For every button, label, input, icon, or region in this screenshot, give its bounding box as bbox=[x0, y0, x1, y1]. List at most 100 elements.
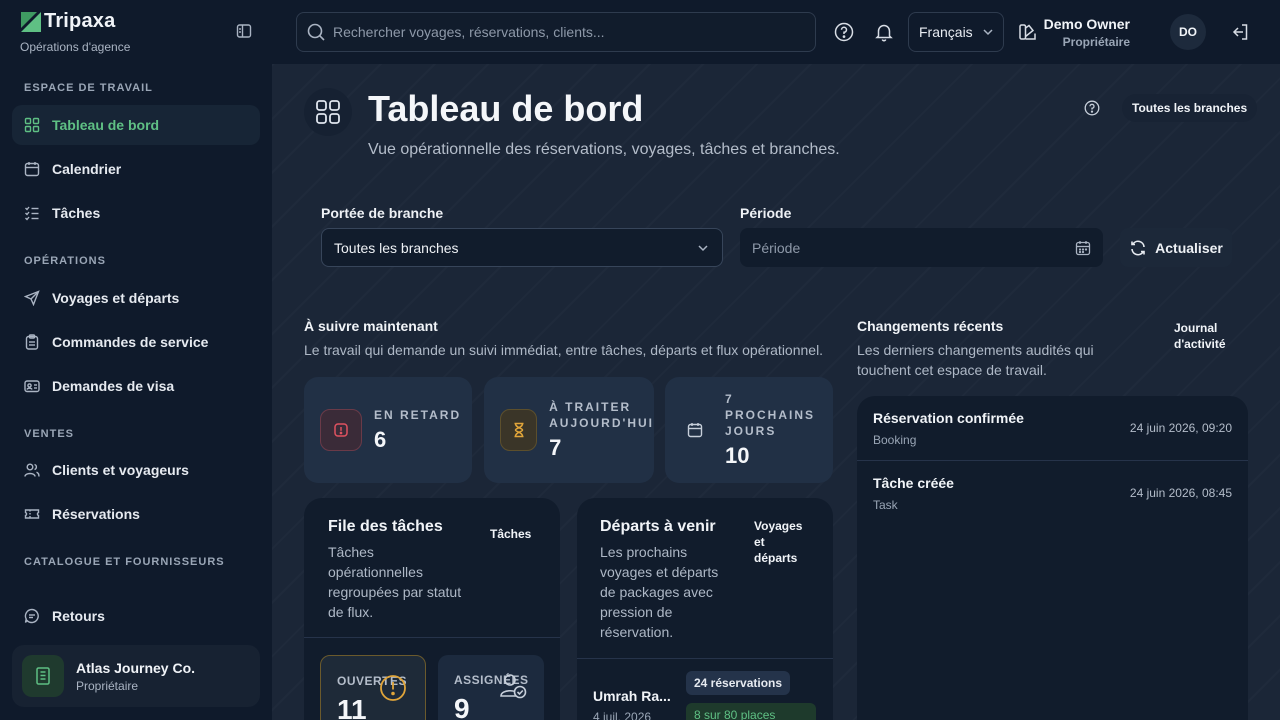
refresh-button[interactable]: Actualiser bbox=[1120, 228, 1232, 267]
calendar-icon bbox=[24, 161, 40, 177]
sidebar-item-trips[interactable]: Voyages et départs bbox=[12, 278, 260, 318]
main-content: Tableau de bord Vue opérationnelle des r… bbox=[272, 64, 1280, 720]
change-date: 24 juin 2026, 09:20 bbox=[1129, 421, 1232, 435]
sidebar-item-feedback[interactable]: Retours bbox=[12, 596, 260, 636]
language-select[interactable]: Français bbox=[908, 12, 1004, 52]
change-title: Tâche créée bbox=[873, 475, 954, 491]
organization-switcher[interactable]: Atlas Journey Co. Propriétaire bbox=[12, 645, 260, 707]
sidebar: Tripaxa Opérations d'agence ESPACE DE TR… bbox=[0, 0, 272, 720]
sidebar-section-catalog: CATALOGUE ET FOURNISSEURS bbox=[24, 556, 225, 568]
brand-name: Tripaxa bbox=[44, 10, 116, 32]
task-queue-title: File des tâches bbox=[328, 518, 443, 535]
stat-overdue[interactable]: EN RETARD 6 bbox=[304, 377, 472, 483]
help-icon[interactable] bbox=[1084, 100, 1100, 116]
calendar-icon bbox=[1075, 240, 1091, 256]
stat-today-label-1: À TRAITER bbox=[549, 400, 632, 414]
stat-next-days-value: 10 bbox=[725, 443, 750, 468]
sidebar-item-tasks[interactable]: Tâches bbox=[12, 193, 260, 233]
user-role: Propriétaire bbox=[1062, 35, 1130, 49]
period-label: Période bbox=[740, 205, 792, 221]
language-value: Français bbox=[919, 24, 973, 40]
user-name: Demo Owner bbox=[1043, 16, 1130, 32]
sidebar-item-clients[interactable]: Clients et voyageurs bbox=[12, 450, 260, 490]
send-icon bbox=[24, 290, 40, 306]
period-placeholder: Période bbox=[752, 239, 801, 256]
avatar[interactable]: DO bbox=[1170, 14, 1206, 50]
search-icon bbox=[307, 23, 325, 41]
stat-next-days-label-3: JOURS bbox=[725, 424, 777, 438]
tasks-link[interactable]: Tâches bbox=[490, 526, 531, 542]
change-title: Réservation confirmée bbox=[873, 410, 1024, 426]
recent-changes-title: Changements récents bbox=[857, 318, 1004, 334]
sidebar-item-visa-requests[interactable]: Demandes de visa bbox=[12, 366, 260, 406]
sidebar-item-reservations[interactable]: Réservations bbox=[12, 494, 260, 534]
search-input[interactable] bbox=[333, 24, 793, 40]
logout-icon[interactable] bbox=[1230, 22, 1250, 42]
trip-date: 4 juil. 2026 bbox=[593, 710, 652, 720]
trips-link-line: départs bbox=[754, 551, 798, 565]
hourglass-icon bbox=[500, 409, 538, 451]
sidebar-item-label: Tâches bbox=[52, 205, 101, 221]
sidebar-item-label: Clients et voyageurs bbox=[52, 462, 189, 478]
stat-today-label-2: AUJOURD'HUI bbox=[549, 416, 654, 430]
sidebar-item-label: Voyages et départs bbox=[52, 290, 180, 306]
task-queue-desc: Tâches opérationnelles regroupées par st… bbox=[328, 542, 461, 622]
sidebar-item-service-orders[interactable]: Commandes de service bbox=[12, 322, 260, 362]
search-bar[interactable] bbox=[296, 12, 816, 52]
trips-link[interactable]: Voyages et départs bbox=[754, 518, 802, 566]
calendar-icon bbox=[677, 409, 713, 451]
departures-desc-line: pression de bbox=[600, 604, 673, 620]
sidebar-item-label: Demandes de visa bbox=[52, 378, 175, 394]
sidebar-item-label: Retours bbox=[52, 608, 105, 624]
refresh-icon bbox=[1129, 239, 1147, 257]
dashboard-icon bbox=[24, 117, 40, 133]
task-queue-desc-line: opérationnelles bbox=[328, 564, 423, 580]
departures-desc-line: Les prochains bbox=[600, 544, 688, 560]
change-category: Booking bbox=[873, 433, 917, 447]
bell-icon[interactable] bbox=[874, 22, 894, 42]
sidebar-item-dashboard[interactable]: Tableau de bord bbox=[12, 105, 260, 145]
sidebar-item-calendar[interactable]: Calendrier bbox=[12, 149, 260, 189]
warning-icon bbox=[379, 674, 407, 702]
chevron-down-icon bbox=[981, 25, 995, 39]
task-queue-desc-line: Tâches bbox=[328, 544, 374, 560]
assigned-tasks-tile[interactable]: ASSIGNÉES 9 bbox=[438, 655, 544, 720]
departures-desc-line: voyages et départs bbox=[600, 564, 719, 580]
departures-title: Départs à venir bbox=[600, 518, 716, 535]
sidebar-section-operations: OPÉRATIONS bbox=[24, 255, 106, 267]
list-item[interactable]: Tâche créée Task 24 juin 2026, 08:45 bbox=[857, 461, 1248, 525]
bookings-badge: 24 réservations bbox=[686, 671, 791, 695]
stat-today[interactable]: À TRAITER AUJOURD'HUI 7 bbox=[484, 377, 654, 483]
page-subtitle: Vue opérationnelle des réservations, voy… bbox=[368, 141, 840, 158]
activity-log-link[interactable]: Journal d'activité bbox=[1174, 320, 1226, 352]
stat-next-days[interactable]: 7 PROCHAINS JOURS 10 bbox=[665, 377, 833, 483]
change-category: Task bbox=[873, 498, 898, 512]
task-queue-desc-line: regroupées par statut bbox=[328, 584, 462, 600]
recent-changes-desc-line: Les derniers changements audités qui bbox=[857, 342, 1094, 358]
task-queue-desc-line: de flux. bbox=[328, 604, 374, 620]
sidebar-section-workspace: ESPACE DE TRAVAIL bbox=[24, 82, 153, 94]
users-icon bbox=[24, 462, 40, 478]
message-icon bbox=[24, 608, 40, 624]
building-icon bbox=[22, 655, 64, 697]
branch-scope-select[interactable]: Toutes les branches bbox=[321, 228, 723, 267]
trip-name[interactable]: Umrah Ra... bbox=[593, 688, 671, 704]
user-check-icon bbox=[498, 671, 528, 701]
stat-overdue-value: 6 bbox=[374, 427, 387, 452]
departures-desc-line: de packages avec bbox=[600, 584, 713, 600]
task-queue-card: File des tâches Tâches opérationnelles r… bbox=[304, 498, 560, 720]
brand-logo[interactable]: Tripaxa bbox=[20, 10, 115, 33]
period-picker[interactable]: Période bbox=[740, 228, 1103, 267]
branch-scope-badge[interactable]: Toutes les branches bbox=[1122, 94, 1258, 122]
sidebar-collapse-icon[interactable] bbox=[236, 23, 256, 41]
help-icon[interactable] bbox=[834, 22, 854, 42]
chevron-down-icon bbox=[696, 241, 710, 255]
open-tasks-tile[interactable]: OUVERTES 11 bbox=[320, 655, 426, 720]
sidebar-item-label: Calendrier bbox=[52, 161, 122, 177]
activity-log-link-line: d'activité bbox=[1174, 337, 1226, 351]
follow-section-desc: Le travail qui demande un suivi immédiat… bbox=[304, 342, 824, 358]
theme-palette-icon[interactable] bbox=[1018, 22, 1038, 42]
stat-today-value: 7 bbox=[549, 435, 562, 460]
list-checks-icon bbox=[24, 205, 40, 221]
list-item[interactable]: Réservation confirmée Booking 24 juin 20… bbox=[857, 396, 1248, 460]
